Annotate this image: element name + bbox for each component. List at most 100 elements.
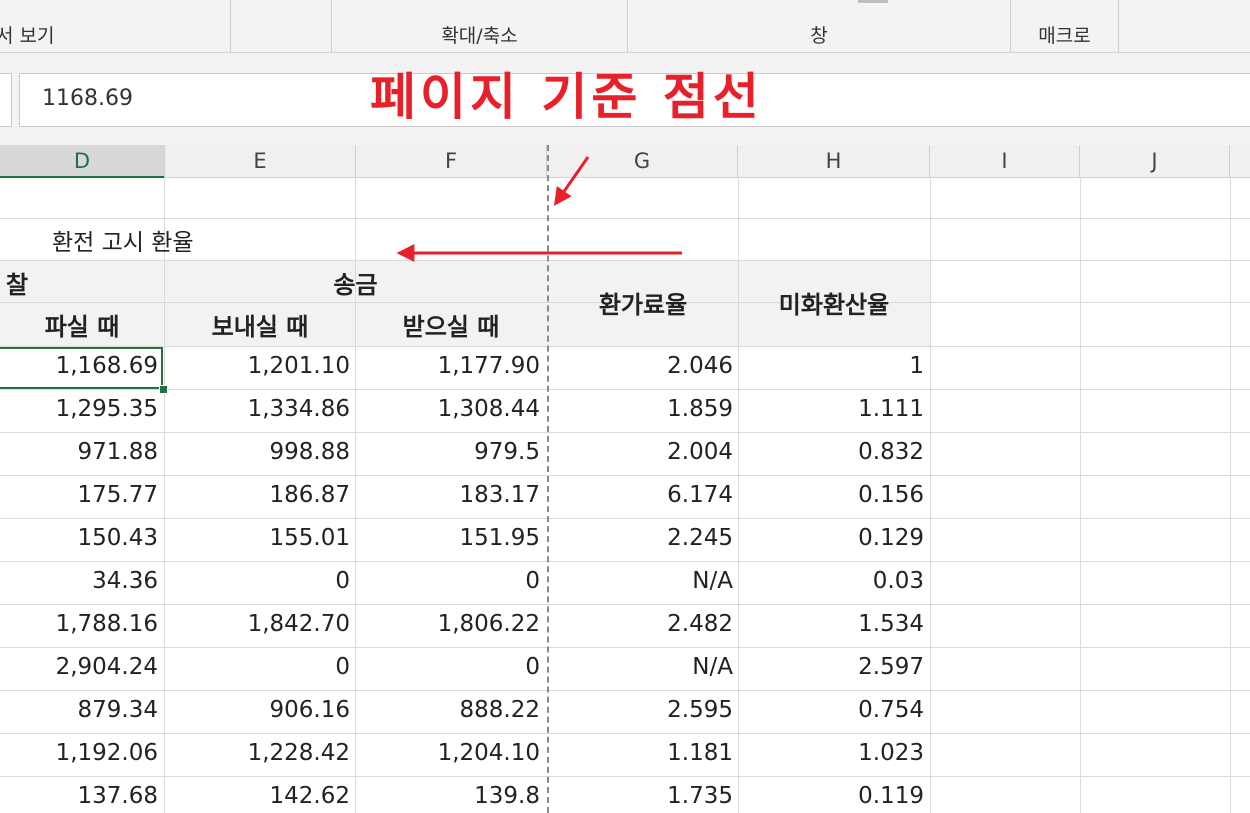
table-cell[interactable]: 2.046 (667, 353, 733, 379)
table-cell[interactable]: 906.16 (270, 697, 350, 723)
table-cell[interactable]: 879.34 (78, 697, 158, 723)
table-cell[interactable]: 0.129 (858, 525, 924, 551)
ribbon-group-label: 매크로 (1038, 25, 1091, 47)
ribbon-group-spacer (231, 0, 332, 52)
ribbon: 서 보기 확대/축소 창 매크로 (0, 0, 1250, 53)
grid-line (0, 260, 1250, 261)
column-header-e[interactable]: E (165, 145, 356, 177)
subheader-sell[interactable]: 파실 때 (0, 307, 164, 342)
column-header-h[interactable]: H (738, 145, 930, 177)
table-cell[interactable]: 186.87 (270, 482, 350, 508)
header-cash-fragment[interactable]: 찰 (6, 265, 28, 300)
table-cell[interactable]: 155.01 (270, 525, 350, 551)
grid-line (0, 733, 1250, 734)
grid-line (738, 177, 739, 813)
table-cell[interactable]: 1.534 (858, 611, 924, 637)
table-cell[interactable]: 2,904.24 (56, 654, 158, 680)
table-cell[interactable]: 0 (335, 654, 350, 680)
table-cell[interactable]: 1,204.10 (438, 740, 540, 766)
table-cell[interactable]: 0 (525, 568, 540, 594)
table-cell[interactable]: 1.181 (667, 740, 733, 766)
grid-line (1080, 177, 1081, 813)
table-cell[interactable]: 2.482 (667, 611, 733, 637)
table-cell[interactable]: 1 (909, 353, 924, 379)
table-cell[interactable]: 1.859 (667, 396, 733, 422)
table-cell[interactable]: 1.023 (858, 740, 924, 766)
table-cell[interactable]: 2.595 (667, 697, 733, 723)
table-cell[interactable]: 150.43 (78, 525, 158, 551)
table-cell[interactable]: 139.8 (474, 783, 540, 809)
grid-line (0, 561, 1250, 562)
table-cell[interactable]: 1,192.06 (56, 740, 158, 766)
formula-value: 1168.69 (42, 86, 133, 111)
table-cell[interactable]: 1,308.44 (438, 396, 540, 422)
grid-line (0, 389, 1250, 390)
table-cell[interactable]: 998.88 (270, 439, 350, 465)
table-cell[interactable]: 183.17 (460, 482, 540, 508)
table-cell[interactable]: 2.597 (858, 654, 924, 680)
table-cell[interactable]: 1,788.16 (56, 611, 158, 637)
ribbon-group-macro[interactable]: 매크로 (1011, 0, 1119, 52)
column-header-j[interactable]: J (1080, 145, 1230, 177)
grid-line (0, 690, 1250, 691)
table-cell[interactable]: 151.95 (460, 525, 540, 551)
table-cell[interactable]: 1,228.42 (248, 740, 350, 766)
ribbon-group-window[interactable]: 창 (628, 0, 1011, 52)
table-cell[interactable]: 0.754 (858, 697, 924, 723)
table-cell[interactable]: 0.832 (858, 439, 924, 465)
ribbon-group-label: 창 (810, 25, 828, 47)
table-cell[interactable]: 1,806.22 (438, 611, 540, 637)
ribbon-group-label: 확대/축소 (441, 25, 518, 47)
grid-line (0, 432, 1250, 433)
active-cell-border[interactable] (0, 347, 163, 389)
table-cell[interactable]: 0 (335, 568, 350, 594)
table-cell[interactable]: 888.22 (460, 697, 540, 723)
ribbon-group-view[interactable]: 서 보기 (0, 0, 231, 52)
column-header-i[interactable]: I (930, 145, 1080, 177)
name-box[interactable] (0, 73, 12, 127)
fill-handle[interactable] (159, 385, 168, 394)
table-cell[interactable]: 979.5 (474, 439, 540, 465)
table-cell[interactable]: 142.62 (270, 783, 350, 809)
table-cell[interactable]: 1.111 (858, 396, 924, 422)
grid-line (0, 475, 1250, 476)
table-cell[interactable]: 1,842.70 (248, 611, 350, 637)
table-cell[interactable]: 0 (525, 654, 540, 680)
header-usd-rate[interactable]: 미화환산율 (739, 285, 929, 320)
grid-line (930, 177, 931, 813)
table-title[interactable]: 환전 고시 환율 (52, 223, 194, 257)
table-cell[interactable]: 1,295.35 (56, 396, 158, 422)
column-header-f[interactable]: F (356, 145, 547, 177)
column-headers: D E F G H I J (0, 145, 1250, 178)
table-cell[interactable]: 0.03 (873, 568, 924, 594)
table-cell[interactable]: 0.119 (858, 783, 924, 809)
grid-line (0, 776, 1250, 777)
annotation-title: 페이지 기준 점선 (370, 68, 763, 126)
table-cell[interactable]: 1,334.86 (248, 396, 350, 422)
table-cell[interactable]: 2.245 (667, 525, 733, 551)
table-cell[interactable]: 6.174 (667, 482, 733, 508)
ribbon-group-label: 서 보기 (0, 25, 55, 47)
table-cell[interactable]: 971.88 (78, 439, 158, 465)
header-remit[interactable]: 송금 (165, 265, 546, 300)
table-cell[interactable]: 1.735 (667, 783, 733, 809)
table-cell[interactable]: N/A (692, 654, 733, 680)
subheader-send[interactable]: 보내실 때 (165, 307, 355, 342)
table-cell[interactable]: 2.004 (667, 439, 733, 465)
ribbon-group-zoom[interactable]: 확대/축소 (332, 0, 628, 52)
table-cell[interactable]: 34.36 (92, 568, 158, 594)
subheader-receive[interactable]: 받으실 때 (356, 307, 546, 342)
table-cell[interactable]: 137.68 (78, 783, 158, 809)
column-header-g[interactable]: G (547, 145, 738, 177)
table-cell[interactable]: 1,201.10 (248, 353, 350, 379)
grid-line (0, 518, 1250, 519)
table-cell[interactable]: 0.156 (858, 482, 924, 508)
column-header-d[interactable]: D (0, 145, 165, 178)
table-cell[interactable]: N/A (692, 568, 733, 594)
grid-line (0, 647, 1250, 648)
table-cell[interactable]: 1,177.90 (438, 353, 540, 379)
worksheet-grid[interactable]: 환전 고시 환율 찰 송금 환가료율 미화환산율 파실 때 보내실 때 받으실 … (0, 177, 1250, 813)
grid-line (0, 346, 1250, 347)
header-exchange-fee[interactable]: 환가료율 (548, 285, 738, 320)
table-cell[interactable]: 175.77 (78, 482, 158, 508)
